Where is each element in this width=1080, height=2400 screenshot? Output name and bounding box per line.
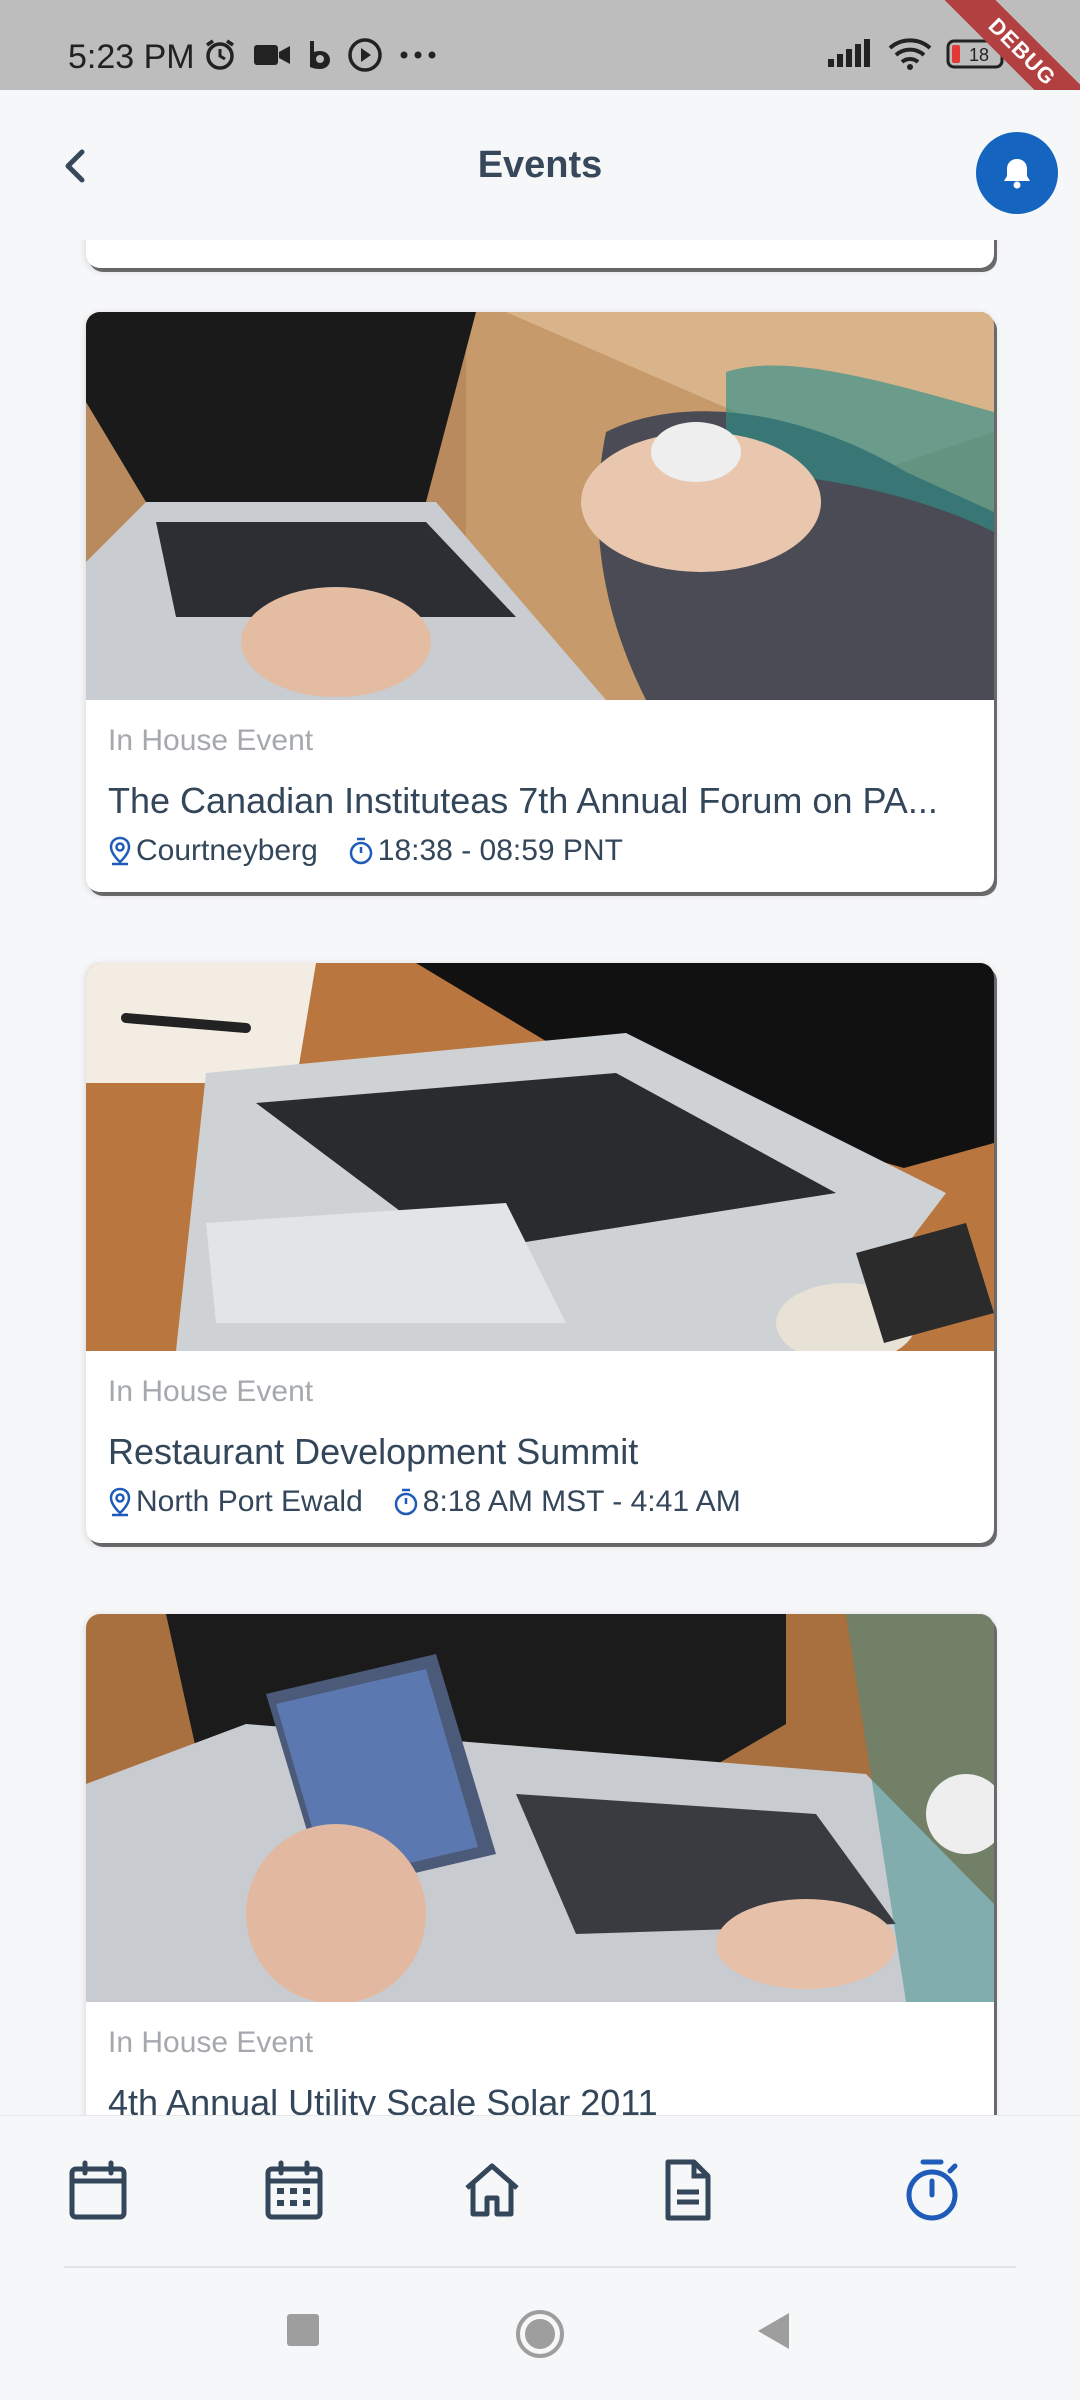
- event-time: 8:18 AM MST - 4:41 AM: [393, 1485, 741, 1519]
- alarm-icon: [202, 37, 238, 73]
- bottom-navigation: [0, 2115, 1080, 2268]
- b-app-icon: [306, 38, 332, 72]
- location-pin-icon: [109, 836, 131, 866]
- event-card-previous[interactable]: [86, 240, 994, 268]
- event-type: In House Event: [108, 1375, 314, 1408]
- event-card-body: In House Event 4th Annual Utility Scale …: [86, 2002, 994, 2115]
- event-type: In House Event: [108, 2026, 314, 2059]
- nav-stopwatch[interactable]: [900, 2156, 964, 2224]
- status-bar: 5:23 PM 18 DEBUG: [0, 0, 1080, 150]
- event-card-body: In House Event Restaurant Development Su…: [86, 1351, 994, 1543]
- play-circle-icon: [346, 36, 384, 74]
- document-icon: [665, 2159, 711, 2221]
- nav-documents[interactable]: [656, 2156, 720, 2224]
- nav-calendar-grid[interactable]: [262, 2156, 326, 2224]
- back-triangle-icon: [758, 2313, 789, 2349]
- home-system-button[interactable]: [514, 2308, 566, 2365]
- event-image-phone-laptop: [86, 1614, 994, 2002]
- system-navigation-bar: [0, 2268, 1080, 2400]
- event-location: Courtneyberg: [108, 834, 318, 868]
- notification-button[interactable]: [976, 132, 1058, 214]
- more-dots-icon: [398, 50, 438, 60]
- status-icons-right: 18: [826, 38, 1010, 70]
- event-card[interactable]: In House Event The Canadian Instituteas …: [86, 312, 994, 892]
- calendar-grid-icon: [265, 2160, 323, 2220]
- event-location-text: Courtneyberg: [136, 834, 318, 867]
- event-location-text: North Port Ewald: [136, 1485, 363, 1518]
- nav-home[interactable]: [460, 2156, 524, 2224]
- event-image-laptop-desk: [86, 963, 994, 1351]
- status-icons-left: [202, 36, 438, 74]
- stopwatch-small-icon: [349, 837, 373, 865]
- back-system-button[interactable]: [755, 2310, 791, 2357]
- event-image-laptop-typing: [86, 312, 994, 700]
- svg-text:18: 18: [969, 45, 989, 65]
- event-location: North Port Ewald: [108, 1485, 363, 1519]
- page-title: Events: [477, 144, 603, 186]
- event-time-text: 18:38 - 08:59 PNT: [377, 834, 623, 867]
- event-time-text: 8:18 AM MST - 4:41 AM: [422, 1485, 741, 1518]
- status-time: 5:23 PM: [68, 38, 195, 76]
- stopwatch-small-icon: [394, 1488, 418, 1516]
- event-time: 18:38 - 08:59 PNT: [348, 834, 623, 868]
- nav-calendar[interactable]: [66, 2156, 130, 2224]
- events-list[interactable]: In House Event The Canadian Instituteas …: [0, 240, 1080, 2115]
- event-type: In House Event: [108, 724, 314, 757]
- stopwatch-icon: [906, 2159, 958, 2221]
- event-meta: Courtneyberg 18:38 - 08:59 PNT: [108, 834, 972, 868]
- location-pin-icon: [109, 1487, 131, 1517]
- recents-square-icon: [287, 2314, 319, 2346]
- recents-button[interactable]: [285, 2312, 321, 2353]
- app-bar: Events: [0, 90, 1080, 240]
- event-meta: North Port Ewald 8:18 AM MST - 4:41 AM: [108, 1485, 972, 1519]
- bell-icon: [1004, 159, 1030, 189]
- home-circle-icon: [516, 2310, 564, 2358]
- video-icon: [252, 40, 292, 70]
- calendar-icon: [69, 2160, 127, 2220]
- signal-icon: [826, 39, 874, 69]
- event-title: 4th Annual Utility Scale Solar 2011: [108, 2082, 658, 2115]
- event-title: The Canadian Instituteas 7th Annual Foru…: [108, 780, 938, 821]
- wifi-icon: [888, 38, 932, 70]
- event-card[interactable]: In House Event 4th Annual Utility Scale …: [86, 1614, 994, 2115]
- event-card-body: In House Event The Canadian Instituteas …: [86, 700, 994, 892]
- event-card[interactable]: In House Event Restaurant Development Su…: [86, 963, 994, 1543]
- event-title: Restaurant Development Summit: [108, 1431, 639, 1472]
- home-icon: [465, 2163, 519, 2217]
